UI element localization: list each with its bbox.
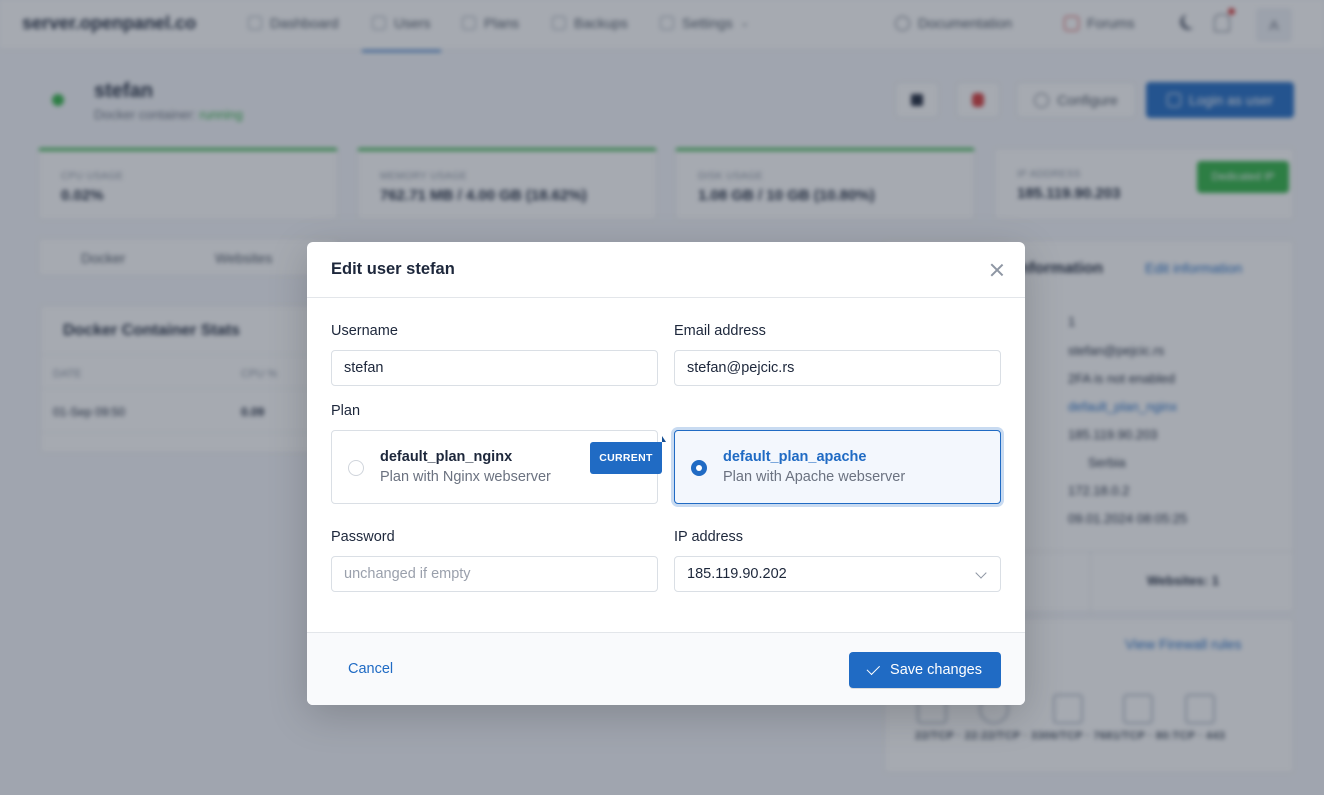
username-input[interactable] (331, 350, 658, 386)
chevron-down-icon (975, 567, 987, 579)
modal-title: Edit user stefan (331, 260, 455, 278)
save-changes-label: Save changes (890, 662, 982, 678)
email-label: Email address (674, 323, 766, 339)
radio-button[interactable] (348, 460, 364, 476)
plan-name: default_plan_nginx (380, 449, 513, 465)
plan-label: Plan (331, 403, 361, 419)
password-input[interactable] (331, 556, 658, 592)
ip-address-label: IP address (674, 529, 744, 545)
cancel-button[interactable]: Cancel (331, 651, 410, 687)
modal-footer: Cancel Save changes (307, 632, 1025, 705)
modal-header: Edit user stefan (307, 242, 1025, 298)
password-label: Password (331, 529, 395, 545)
username-label: Username (331, 323, 398, 339)
edit-user-modal: Edit user stefan Username Email address … (307, 242, 1025, 705)
current-plan-badge: CURRENT (590, 436, 666, 474)
plan-option-apache[interactable]: default_plan_apache Plan with Apache web… (674, 430, 1001, 504)
close-icon[interactable] (987, 260, 1007, 280)
radio-button-selected[interactable] (691, 460, 707, 476)
plan-description: Plan with Apache webserver (723, 469, 906, 485)
email-input[interactable] (674, 350, 1001, 386)
check-icon (866, 661, 881, 675)
ip-address-select[interactable]: 185.119.90.202 (674, 556, 1001, 592)
ip-address-value: 185.119.90.202 (687, 566, 787, 582)
plan-name: default_plan_apache (723, 449, 867, 465)
save-changes-button[interactable]: Save changes (849, 652, 1001, 688)
plan-description: Plan with Nginx webserver (380, 469, 551, 485)
